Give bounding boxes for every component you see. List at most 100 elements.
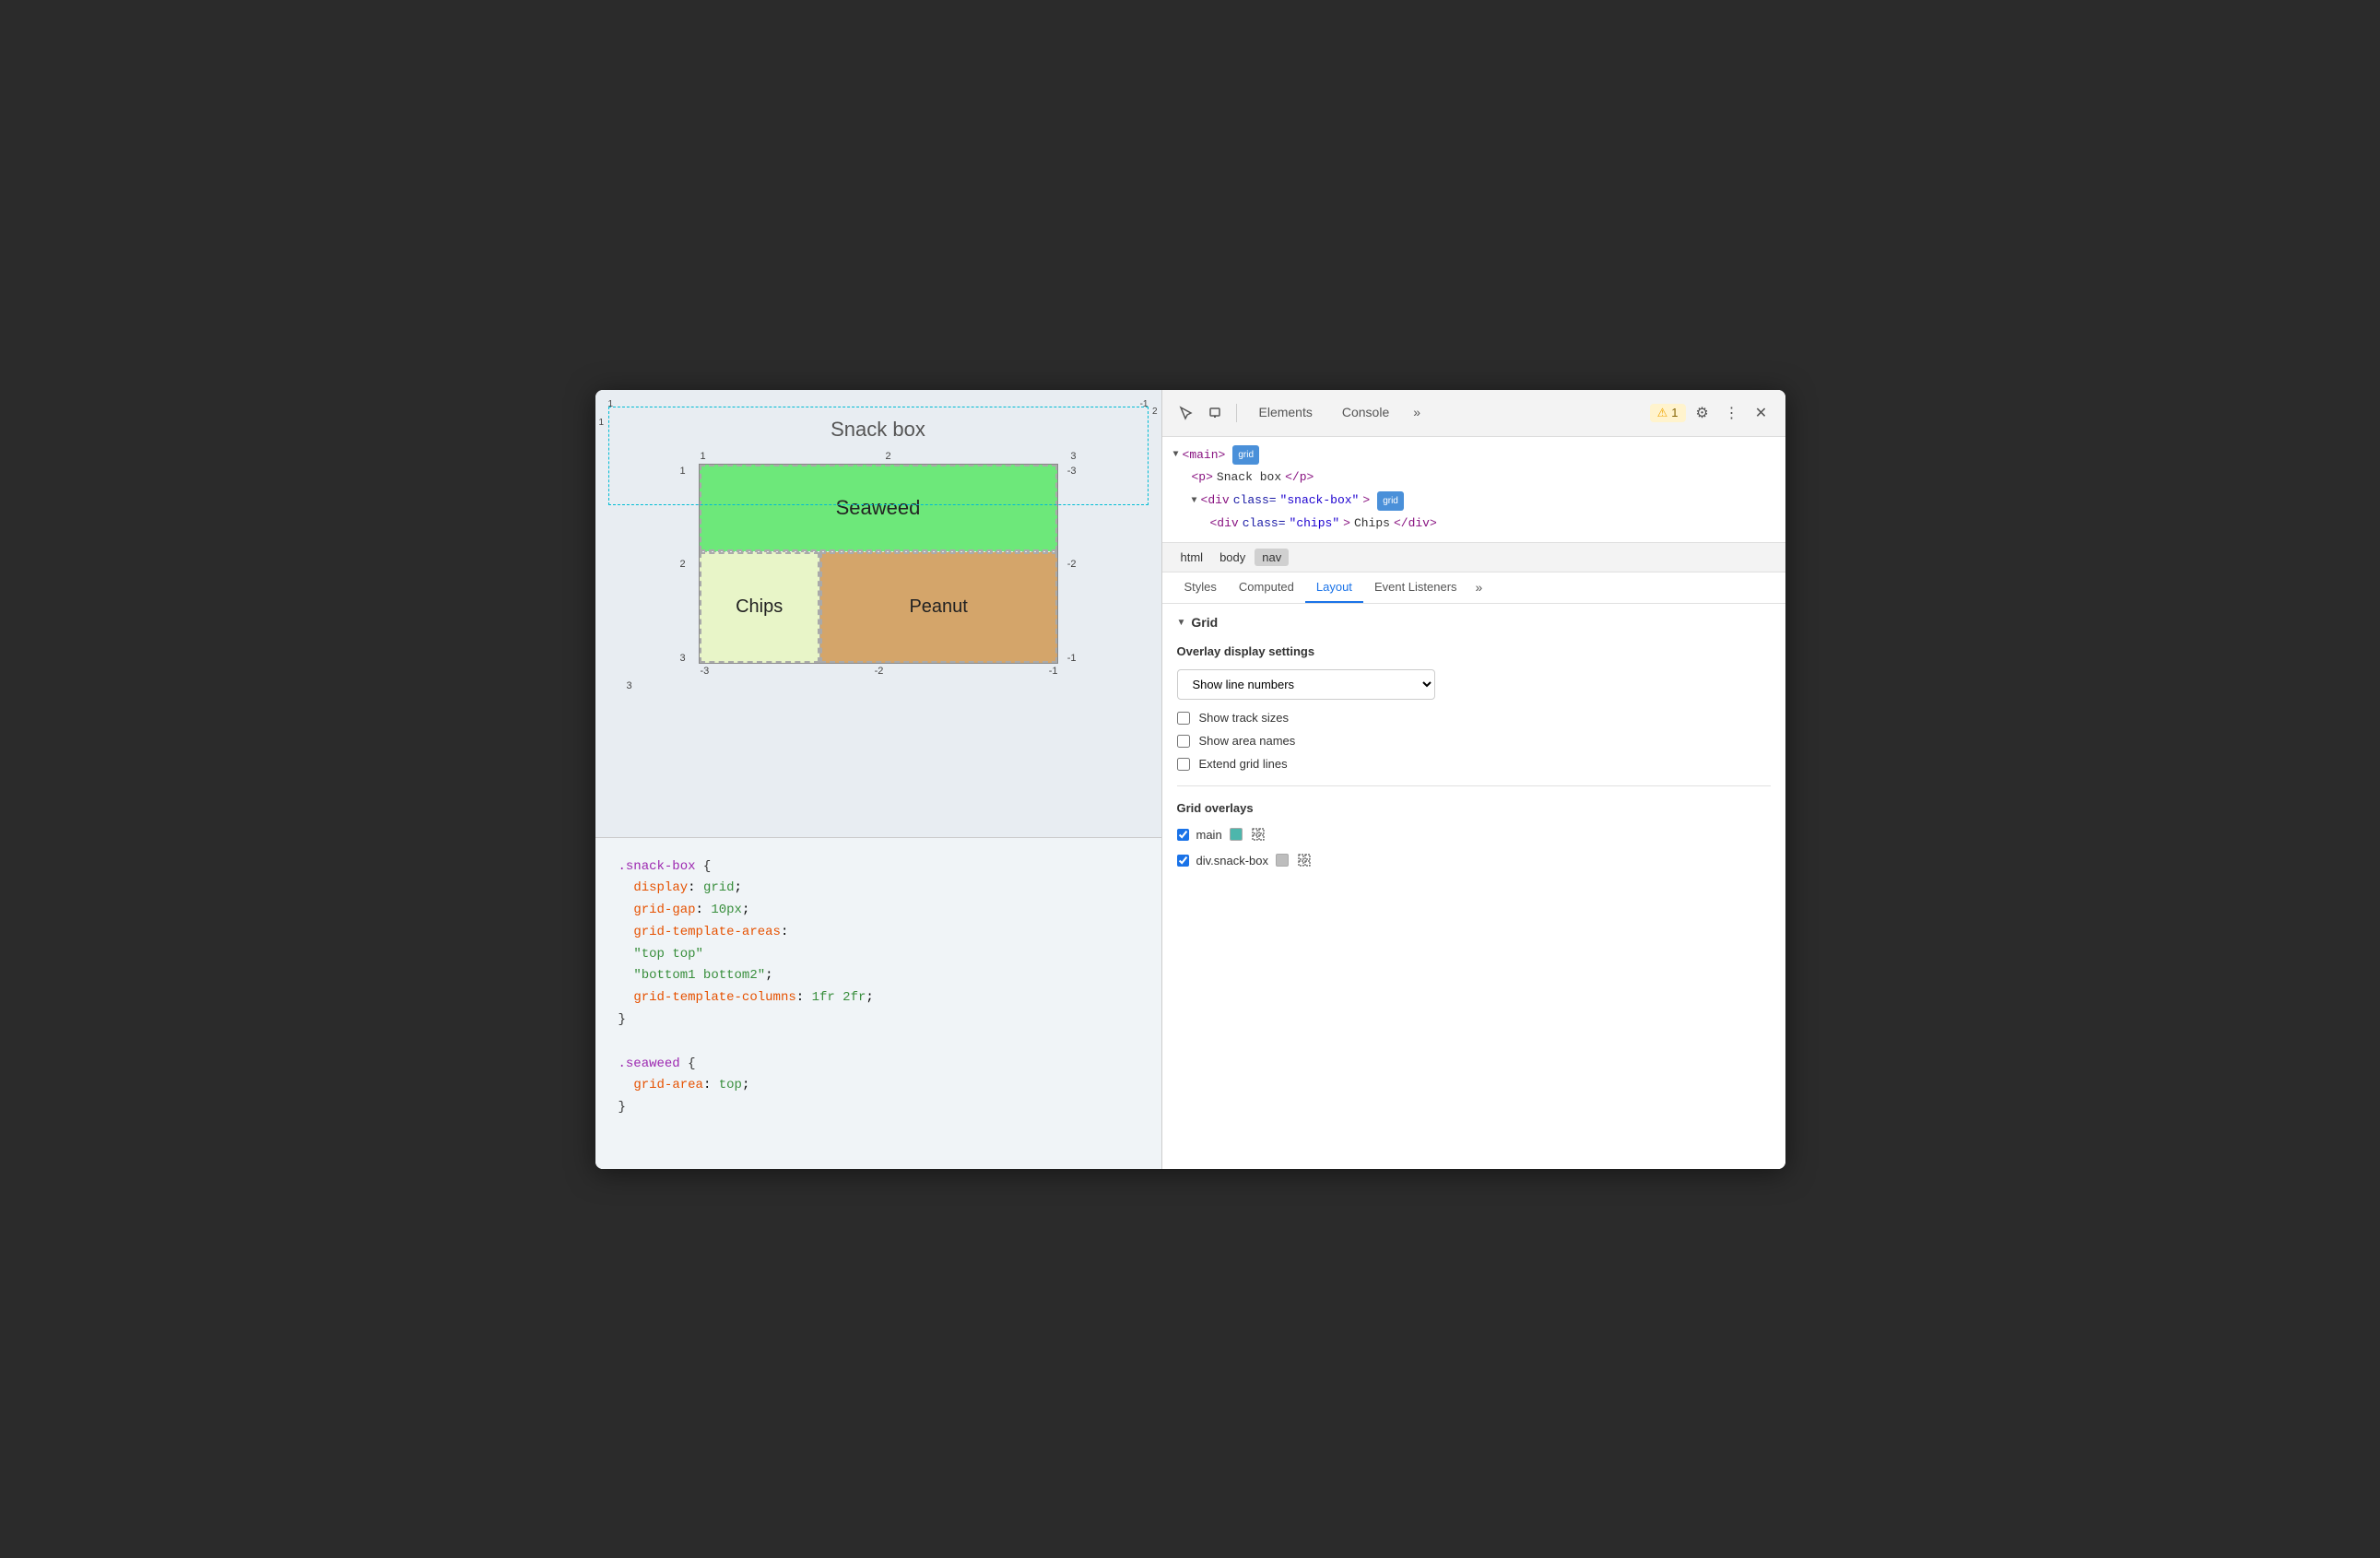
dom-div-close-bracket: >	[1362, 490, 1370, 513]
code-line-5: "top top"	[619, 944, 1143, 966]
col-neg-1: -1	[1049, 666, 1058, 677]
snack-grid: Seaweed Chips Peanut	[699, 464, 1058, 664]
breadcrumb-body[interactable]: body	[1212, 549, 1253, 566]
col-neg-3: -3	[701, 666, 710, 677]
outer-num-l: 1	[599, 418, 605, 428]
code-line-8: }	[619, 1009, 1143, 1032]
dom-chips-open: <div	[1210, 513, 1239, 536]
layout-panel: ▼ Grid Overlay display settings Show lin…	[1162, 604, 1785, 1168]
dom-chips-attr: class=	[1243, 513, 1286, 536]
grid-overlays-section: Grid overlays main	[1177, 801, 1771, 868]
row-num-3-bottom: 3	[627, 680, 1143, 691]
panel-tabs: Styles Computed Layout Event Listeners »	[1162, 572, 1785, 604]
dom-p-line[interactable]: <p>Snack box</p>	[1173, 466, 1774, 490]
outer-num-tr2: 2	[1152, 407, 1158, 417]
dom-div-line[interactable]: ▼ <div class="snack-box"> grid	[1173, 490, 1774, 513]
code-val-columns: 1fr 2fr	[812, 990, 866, 1005]
tab-styles[interactable]: Styles	[1173, 572, 1228, 603]
col-numbers-bottom: -3 -2 -1	[680, 664, 1077, 677]
overlay-main-label: main	[1196, 828, 1222, 842]
code-class-seaweed: .seaweed	[619, 1056, 680, 1071]
device-mode-icon[interactable]	[1203, 400, 1229, 426]
dom-div-triangle: ▼	[1192, 492, 1197, 510]
left-panel: 1 -1 2 1 Snack box 1 2 3 1	[595, 390, 1162, 1169]
dom-p-tag: <p>	[1192, 466, 1213, 490]
more-icon[interactable]: ⋮	[1719, 400, 1745, 426]
overlay-main-swatch[interactable]	[1230, 828, 1243, 841]
chips-cell: Chips	[700, 552, 819, 663]
inspect-icon[interactable]	[1173, 400, 1199, 426]
tab-computed[interactable]: Computed	[1228, 572, 1305, 603]
code-line-11: grid-area: top;	[619, 1075, 1143, 1097]
row-num-r1: -3	[1067, 466, 1077, 477]
code-prop-gap: grid-gap	[633, 903, 695, 917]
breadcrumb-html[interactable]: html	[1173, 549, 1211, 566]
row-numbers-right: -3 -2 -1	[1058, 464, 1077, 664]
code-prop-display: display	[633, 880, 688, 895]
code-panel: .snack-box { display: grid; grid-gap: 10…	[595, 837, 1161, 1169]
right-panel: Elements Console » ⚠ 1 ⚙ ⋮ ✕ ▼ <main> g	[1162, 390, 1785, 1169]
overlay-snackbox-label: div.snack-box	[1196, 854, 1269, 868]
tab-console[interactable]: Console	[1327, 397, 1404, 429]
checkbox-extend-lines-input[interactable]	[1177, 758, 1190, 771]
checkbox-track-sizes-input[interactable]	[1177, 712, 1190, 725]
checkbox-area-names-input[interactable]	[1177, 735, 1190, 748]
overlay-snackbox-swatch[interactable]	[1276, 854, 1289, 867]
overlay-snackbox-row: div.snack-box	[1177, 852, 1771, 868]
settings-icon[interactable]: ⚙	[1690, 400, 1715, 426]
dom-p-text: Snack box	[1217, 466, 1281, 490]
grid-triangle: ▼	[1177, 618, 1186, 628]
overlay-main-checkbox[interactable]	[1177, 829, 1189, 841]
dom-main-line[interactable]: ▼ <main> grid	[1173, 444, 1774, 467]
tab-event-listeners[interactable]: Event Listeners	[1363, 572, 1468, 603]
breadcrumb-nav[interactable]: nav	[1255, 549, 1289, 566]
code-line-1: .snack-box {	[619, 856, 1143, 879]
dom-chips-line[interactable]: <div class="chips">Chips</div>	[1173, 513, 1774, 536]
dom-chips-close: </div>	[1394, 513, 1437, 536]
dom-chips-val: "chips"	[1290, 513, 1340, 536]
dropdown-row: Show line numbers Show track sizes Show …	[1177, 669, 1771, 700]
code-val-gap: 10px	[711, 903, 742, 917]
outer-num-tl: 1	[608, 399, 614, 409]
overlay-snackbox-checkbox[interactable]	[1177, 855, 1189, 867]
grid-row-2: Chips Peanut	[700, 552, 1057, 663]
tab-more[interactable]: »	[1404, 397, 1430, 429]
devtools-toolbar: Elements Console » ⚠ 1 ⚙ ⋮ ✕	[1162, 390, 1785, 437]
code-line-3: grid-gap: 10px;	[619, 900, 1143, 922]
dom-chips-bracket: >	[1343, 513, 1350, 536]
main-content: 1 -1 2 1 Snack box 1 2 3 1	[595, 390, 1785, 1169]
overlay-snackbox-grid-icon[interactable]	[1296, 852, 1313, 868]
row-num-r2: -2	[1067, 559, 1077, 570]
section-divider	[1177, 785, 1771, 786]
toolbar-divider	[1236, 404, 1237, 422]
code-line-7: grid-template-columns: 1fr 2fr;	[619, 987, 1143, 1009]
line-numbers-dropdown[interactable]: Show line numbers Show track sizes Show …	[1177, 669, 1435, 700]
col-num-1: 1	[701, 451, 706, 462]
overlay-main-grid-icon[interactable]	[1250, 826, 1267, 843]
overlay-settings: Overlay display settings Show line numbe…	[1177, 644, 1771, 771]
row-num-1: 1	[680, 466, 699, 477]
row-num-3: 3	[680, 653, 699, 664]
tab-elements[interactable]: Elements	[1244, 397, 1327, 429]
grid-section-label: Grid	[1191, 615, 1218, 630]
peanut-label: Peanut	[909, 596, 967, 618]
warning-count: 1	[1671, 406, 1678, 419]
code-prop-areas: grid-template-areas	[633, 925, 781, 939]
browser-window: 1 -1 2 1 Snack box 1 2 3 1	[595, 390, 1785, 1169]
panel-tab-more[interactable]: »	[1468, 572, 1490, 603]
dom-chips-text: Chips	[1354, 513, 1390, 536]
col-num-3: 3	[1070, 451, 1076, 462]
dom-main-triangle: ▼	[1173, 446, 1179, 464]
close-icon[interactable]: ✕	[1749, 400, 1774, 426]
grid-section-header[interactable]: ▼ Grid	[1177, 615, 1771, 630]
tab-layout[interactable]: Layout	[1305, 572, 1363, 603]
inner-grid-wrapper: 1 2 3 1 2 3	[680, 451, 1077, 677]
seaweed-cell: Seaweed	[700, 465, 1057, 551]
col-num-2: 2	[885, 451, 890, 462]
warning-badge[interactable]: ⚠ 1	[1650, 404, 1686, 422]
snack-box-label: Snack box	[614, 418, 1143, 442]
row-num-r3: -1	[1067, 653, 1077, 664]
peanut-cell: Peanut	[820, 552, 1057, 663]
code-line-2: display: grid;	[619, 878, 1143, 900]
dom-p-close: </p>	[1285, 466, 1314, 490]
